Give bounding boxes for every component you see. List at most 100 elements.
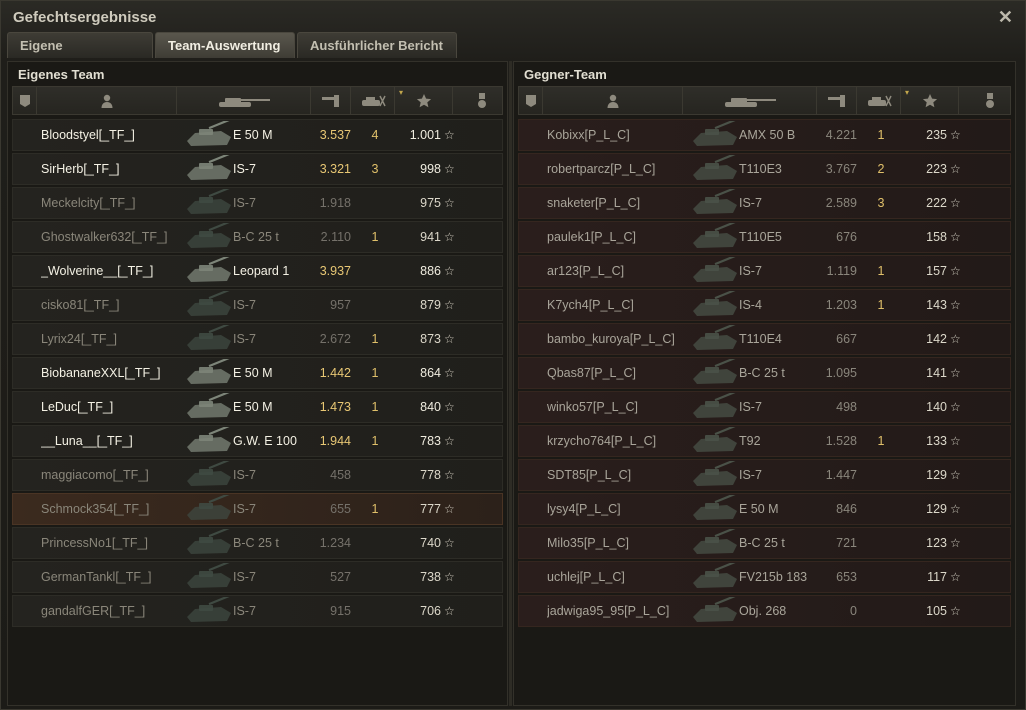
damage-value: 1.119 [826, 264, 857, 278]
close-icon[interactable]: ✕ [998, 7, 1013, 28]
player-row[interactable]: Meckelcity[_TF_] IS-7 1.918 975 ☆ [12, 185, 503, 219]
xp-value: 235 [926, 128, 947, 142]
kills-value: 1 [371, 400, 379, 414]
player-row[interactable]: lysy4[P_L_C] E 50 M 846 129 ☆ [518, 491, 1011, 525]
player-name: Kobixx[P_L_C] [547, 128, 630, 142]
damage-value: 2.672 [319, 332, 351, 346]
star-icon [922, 93, 937, 107]
xp-column-header[interactable]: ▾ [395, 87, 453, 114]
player-row[interactable]: _Wolverine__[_TF_] Leopard 1 3.937 886 ☆ [12, 253, 503, 287]
kills-value [365, 188, 385, 218]
medal-icon[interactable] [970, 87, 1010, 114]
kills-value: 1 [371, 230, 379, 244]
tank-image-icon [181, 253, 237, 285]
player-row[interactable]: gandalfGER[_TF_] IS-7 915 706 ☆ [12, 593, 503, 627]
player-row[interactable]: krzycho764[P_L_C] T92 1.528 1 133 ☆ [518, 423, 1011, 457]
player-row[interactable]: snaketer[P_L_C] IS-7 2.589 3 222 ☆ [518, 185, 1011, 219]
tank-name: B-C 25 t [739, 536, 785, 550]
tank-name: Obj. 268 [739, 604, 787, 618]
player-row[interactable]: maggiacomo[_TF_] IS-7 458 778 ☆ [12, 457, 503, 491]
player-icon[interactable] [543, 87, 683, 114]
star-icon: ☆ [444, 604, 455, 618]
player-name: lysy4[P_L_C] [547, 502, 621, 516]
player-row[interactable]: winko57[P_L_C] IS-7 498 140 ☆ [518, 389, 1011, 423]
kills-value: 1 [877, 264, 885, 278]
player-row[interactable]: Bloodstyel[_TF_] E 50 M 3.537 4 1.001 ☆ [12, 117, 503, 151]
player-row[interactable]: Milo35[P_L_C] B-C 25 t 721 123 ☆ [518, 525, 1011, 559]
player-row[interactable]: BiobananeXXL[_TF_] E 50 M 1.442 1 864 ☆ [12, 355, 503, 389]
player-row[interactable]: paulek1[P_L_C] T110E5 676 158 ☆ [518, 219, 1011, 253]
xp-value: 778 [420, 468, 441, 482]
player-row[interactable]: GermanTankl[_TF_] IS-7 527 738 ☆ [12, 559, 503, 593]
player-row[interactable]: LeDuc[_TF_] E 50 M 1.473 1 840 ☆ [12, 389, 503, 423]
tank-image-icon [181, 117, 237, 149]
xp-column-header[interactable]: ▾ [901, 87, 959, 114]
player-icon[interactable] [37, 87, 177, 114]
tank-icon[interactable] [683, 87, 817, 114]
xp-value: 141 [926, 366, 947, 380]
tab-ausfuehrlicher-bericht[interactable]: Ausführlicher Bericht [297, 32, 457, 58]
damage-icon[interactable] [311, 87, 351, 114]
player-name: winko57[P_L_C] [547, 400, 639, 414]
xp-value: 738 [420, 570, 441, 584]
tank-name: B-C 25 t [233, 536, 279, 550]
medal-icon[interactable] [462, 87, 502, 114]
tank-image-icon [687, 219, 743, 251]
tank-image-icon [687, 457, 743, 489]
player-row[interactable]: __Luna__[_TF_] G.W. E 100 1.944 1 783 ☆ [12, 423, 503, 457]
tank-name: IS-7 [233, 502, 256, 516]
tank-name: IS-7 [233, 162, 256, 176]
player-name: GermanTankl[_TF_] [41, 570, 152, 584]
player-row[interactable]: Qbas87[P_L_C] B-C 25 t 1.095 141 ☆ [518, 355, 1011, 389]
player-name: Lyrix24[_TF_] [41, 332, 117, 346]
player-row[interactable]: SDT85[P_L_C] IS-7 1.447 129 ☆ [518, 457, 1011, 491]
tank-name: T110E5 [739, 230, 782, 244]
player-row[interactable]: bambo_kuroya[P_L_C] T110E4 667 142 ☆ [518, 321, 1011, 355]
xp-value: 864 [420, 366, 441, 380]
damage-value: 915 [330, 604, 351, 618]
star-icon: ☆ [950, 400, 961, 414]
xp-value: 158 [926, 230, 947, 244]
player-row[interactable]: Lyrix24[_TF_] IS-7 2.672 1 873 ☆ [12, 321, 503, 355]
kills-icon[interactable] [857, 87, 901, 114]
damage-value: 4.221 [825, 128, 857, 142]
player-row[interactable]: PrincessNo1[_TF_] B-C 25 t 1.234 740 ☆ [12, 525, 503, 559]
tank-image-icon [181, 287, 237, 319]
star-icon: ☆ [950, 298, 961, 312]
player-name: cisko81[_TF_] [41, 298, 120, 312]
tank-name: IS-7 [739, 468, 762, 482]
flag-icon[interactable] [519, 87, 543, 114]
xp-value: 105 [926, 604, 947, 618]
player-name: SDT85[P_L_C] [547, 468, 632, 482]
player-row[interactable]: robertparcz[P_L_C] T110E3 3.767 2 223 ☆ [518, 151, 1011, 185]
damage-value: 1.442 [319, 366, 351, 380]
player-row[interactable]: K7ych4[P_L_C] IS-4 1.203 1 143 ☆ [518, 287, 1011, 321]
kills-value [871, 562, 891, 592]
kills-value [871, 222, 891, 252]
kills-value [871, 358, 891, 388]
flag-icon[interactable] [13, 87, 37, 114]
player-row[interactable]: SirHerb[_TF_] IS-7 3.321 3 998 ☆ [12, 151, 503, 185]
tank-icon[interactable] [177, 87, 311, 114]
damage-value: 498 [836, 400, 857, 414]
damage-value: 1.095 [825, 366, 857, 380]
player-row[interactable]: uchlej[P_L_C] FV215b 183 653 117 ☆ [518, 559, 1011, 593]
player-row[interactable]: Ghostwalker632[_TF_] B-C 25 t 2.110 1 941 ☆ [12, 219, 503, 253]
player-row[interactable]: Schmock354[_TF_] IS-7 655 1 777 ☆ [12, 491, 503, 525]
damage-icon[interactable] [817, 87, 857, 114]
player-row[interactable]: Kobixx[P_L_C] AMX 50 B 4.221 1 235 ☆ [518, 117, 1011, 151]
player-row[interactable]: jadwiga95_95[P_L_C] Obj. 268 0 105 ☆ [518, 593, 1011, 627]
tab-team-auswertung[interactable]: Team-Auswertung [155, 32, 295, 58]
damage-value: 3.937 [319, 264, 351, 278]
tank-name: E 50 M [233, 128, 273, 142]
player-row[interactable]: cisko81[_TF_] IS-7 957 879 ☆ [12, 287, 503, 321]
player-name: PrincessNo1[_TF_] [41, 536, 148, 550]
tab-bar: Eigene Auswertung Team-Auswertung Ausfüh… [7, 32, 457, 79]
tab-eigene-auswertung[interactable]: Eigene Auswertung [7, 32, 153, 79]
xp-value: 879 [420, 298, 441, 312]
kills-value: 1 [371, 434, 379, 448]
kills-icon[interactable] [351, 87, 395, 114]
star-icon: ☆ [444, 298, 455, 312]
damage-value: 3.321 [319, 162, 351, 176]
player-row[interactable]: ar123[P_L_C] IS-7 1.119 1 157 ☆ [518, 253, 1011, 287]
